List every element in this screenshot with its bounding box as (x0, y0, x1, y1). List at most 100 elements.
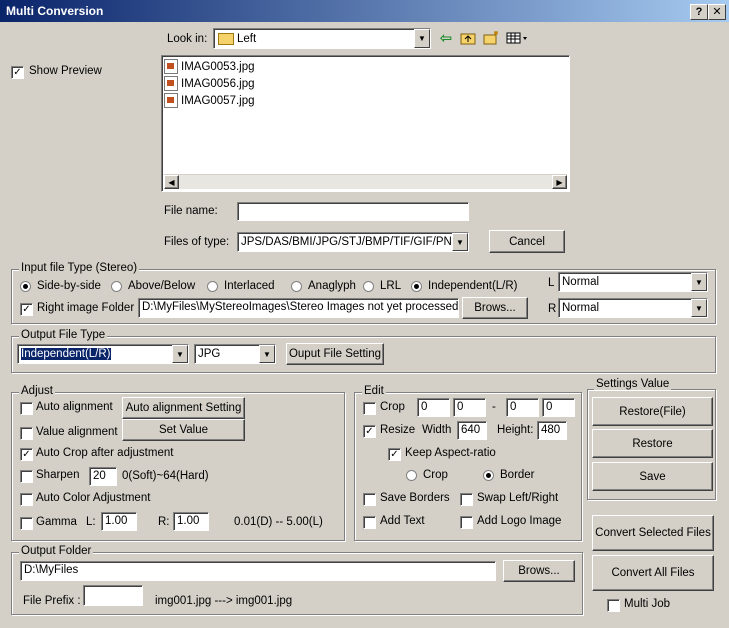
right-folder-input[interactable]: D:\MyFiles\MyStereoImages\Stereo Images … (138, 298, 459, 318)
image-file-icon (164, 59, 178, 74)
width-input[interactable]: 640 (457, 421, 487, 440)
folder-icon (218, 32, 234, 45)
convert-selected-button[interactable]: Convert Selected Files (592, 515, 714, 551)
horizontal-scrollbar[interactable]: ◀ ▶ (164, 174, 567, 189)
output-type-combo[interactable]: Independent(L/R) ▼ (17, 344, 189, 364)
look-in-combo[interactable]: Left ▼ (213, 28, 431, 49)
close-button[interactable]: ✕ (708, 4, 726, 20)
list-item[interactable]: IMAG0057.jpg (164, 92, 255, 109)
up-folder-icon[interactable] (460, 30, 476, 46)
right-mode-value: Normal (562, 302, 600, 314)
gamma-checkbox[interactable] (20, 517, 33, 530)
auto-crop-checkbox[interactable]: ✓ (20, 448, 33, 461)
save-button[interactable]: Save (592, 462, 713, 491)
radio-label: Above/Below (128, 280, 196, 292)
show-preview-checkbox[interactable]: ✓ (11, 66, 24, 79)
new-folder-icon[interactable] (483, 30, 499, 46)
gamma-label: Gamma (36, 516, 77, 528)
left-mode-value: Normal (562, 276, 600, 288)
auto-color-label: Auto Color Adjustment (36, 492, 151, 504)
chevron-down-icon: ▼ (259, 345, 275, 363)
output-folder-input[interactable]: D:\MyFiles (20, 561, 496, 581)
crop-input-4[interactable]: 0 (542, 398, 575, 417)
sharpen-label: Sharpen (36, 469, 80, 481)
look-in-label: Look in: (167, 33, 208, 45)
radio-interlaced[interactable] (207, 281, 218, 292)
output-type-value: Independent(L/R) (21, 348, 111, 360)
scroll-right-icon[interactable]: ▶ (552, 175, 567, 189)
chevron-down-icon: ▼ (691, 273, 707, 291)
crop-checkbox[interactable] (363, 402, 376, 415)
list-item[interactable]: IMAG0056.jpg (164, 75, 255, 92)
gamma-l-label: L: (86, 516, 96, 528)
radio-independent[interactable] (411, 281, 422, 292)
convert-all-button[interactable]: Convert All Files (592, 555, 714, 591)
output-type-label: Output File Type (19, 329, 108, 341)
right-folder-label: Right image Folder : (37, 302, 141, 314)
add-logo-checkbox[interactable] (460, 516, 473, 529)
swap-lr-checkbox[interactable] (460, 493, 473, 506)
auto-crop-label: Auto Crop after adjustment (36, 447, 174, 459)
auto-alignment-setting-button[interactable]: Auto alignment Setting (122, 397, 245, 419)
multi-job-label: Multi Job (624, 598, 671, 610)
add-text-checkbox[interactable] (363, 516, 376, 529)
radio-crop[interactable] (406, 470, 417, 481)
cancel-button[interactable]: Cancel (489, 230, 565, 253)
file-prefix-input[interactable] (83, 585, 143, 606)
radio-anaglyph[interactable] (291, 281, 302, 292)
output-file-setting-button[interactable]: Ouput File Setting (286, 343, 384, 365)
output-format-combo[interactable]: JPG ▼ (194, 344, 276, 364)
height-input[interactable]: 480 (537, 421, 567, 440)
settings-label: Settings Value (594, 378, 672, 390)
output-folder-label: Output Folder (19, 545, 94, 557)
right-mode-combo[interactable]: Normal ▼ (558, 298, 708, 318)
sharpen-input[interactable]: 20 (89, 467, 117, 486)
list-item[interactable]: IMAG0053.jpg (164, 58, 255, 75)
radio-lrl[interactable] (363, 281, 374, 292)
right-folder-browse-button[interactable]: Brows... (462, 297, 528, 319)
file-list[interactable]: IMAG0053.jpg IMAG0056.jpg IMAG0057.jpg ◀… (161, 55, 570, 192)
left-mode-combo[interactable]: Normal ▼ (558, 272, 708, 292)
files-of-type-combo[interactable]: JPS/DAS/BMI/JPG/STJ/BMP/TIF/GIF/PN ▼ (237, 232, 469, 252)
output-format-value: JPG (198, 348, 221, 360)
scroll-left-icon[interactable]: ◀ (164, 175, 179, 189)
keep-aspect-checkbox[interactable]: ✓ (388, 448, 401, 461)
radio-side-by-side[interactable] (20, 281, 31, 292)
file-prefix-example: img001.jpg ---> img001.jpg (155, 595, 293, 607)
r-label: R (548, 303, 557, 315)
crop-input-1[interactable]: 0 (417, 398, 450, 417)
look-in-value: Left (237, 32, 257, 45)
help-button[interactable]: ? (690, 4, 708, 20)
radio-label: Independent(L/R) (428, 280, 518, 292)
radio-label: Side-by-side (37, 280, 101, 292)
value-alignment-checkbox[interactable] (20, 427, 33, 440)
sharpen-checkbox[interactable] (20, 470, 33, 483)
set-value-button[interactable]: Set Value (122, 419, 245, 441)
files-of-type-value: JPS/DAS/BMI/JPG/STJ/BMP/TIF/GIF/PN (241, 236, 452, 248)
back-icon[interactable]: ⇦ (438, 30, 454, 47)
files-of-type-label: Files of type: (164, 236, 230, 248)
output-folder-browse-button[interactable]: Brows... (503, 560, 575, 582)
radio-border-label: Border (500, 469, 535, 481)
gamma-r-input[interactable]: 1.00 (173, 512, 209, 531)
show-preview-label: Show Preview (29, 65, 102, 77)
width-label: Width (422, 424, 452, 436)
crop-input-3[interactable]: 0 (506, 398, 539, 417)
right-folder-checkbox[interactable]: ✓ (20, 303, 33, 316)
restore-file-button[interactable]: Restore(File) (592, 397, 713, 426)
auto-alignment-checkbox[interactable] (20, 402, 33, 415)
radio-border[interactable] (483, 470, 494, 481)
crop-input-2[interactable]: 0 (453, 398, 486, 417)
restore-button[interactable]: Restore (592, 429, 713, 458)
resize-checkbox[interactable]: ✓ (363, 425, 376, 438)
gamma-l-input[interactable]: 1.00 (101, 512, 137, 531)
view-menu-icon[interactable] (506, 30, 528, 46)
save-borders-checkbox[interactable] (363, 493, 376, 506)
radio-above-below[interactable] (111, 281, 122, 292)
multi-job-checkbox[interactable] (607, 599, 620, 612)
edit-label: Edit (362, 385, 386, 397)
l-label: L (548, 277, 555, 289)
auto-color-checkbox[interactable] (20, 493, 33, 506)
file-name-input[interactable] (237, 202, 469, 221)
radio-crop-label: Crop (423, 469, 448, 481)
